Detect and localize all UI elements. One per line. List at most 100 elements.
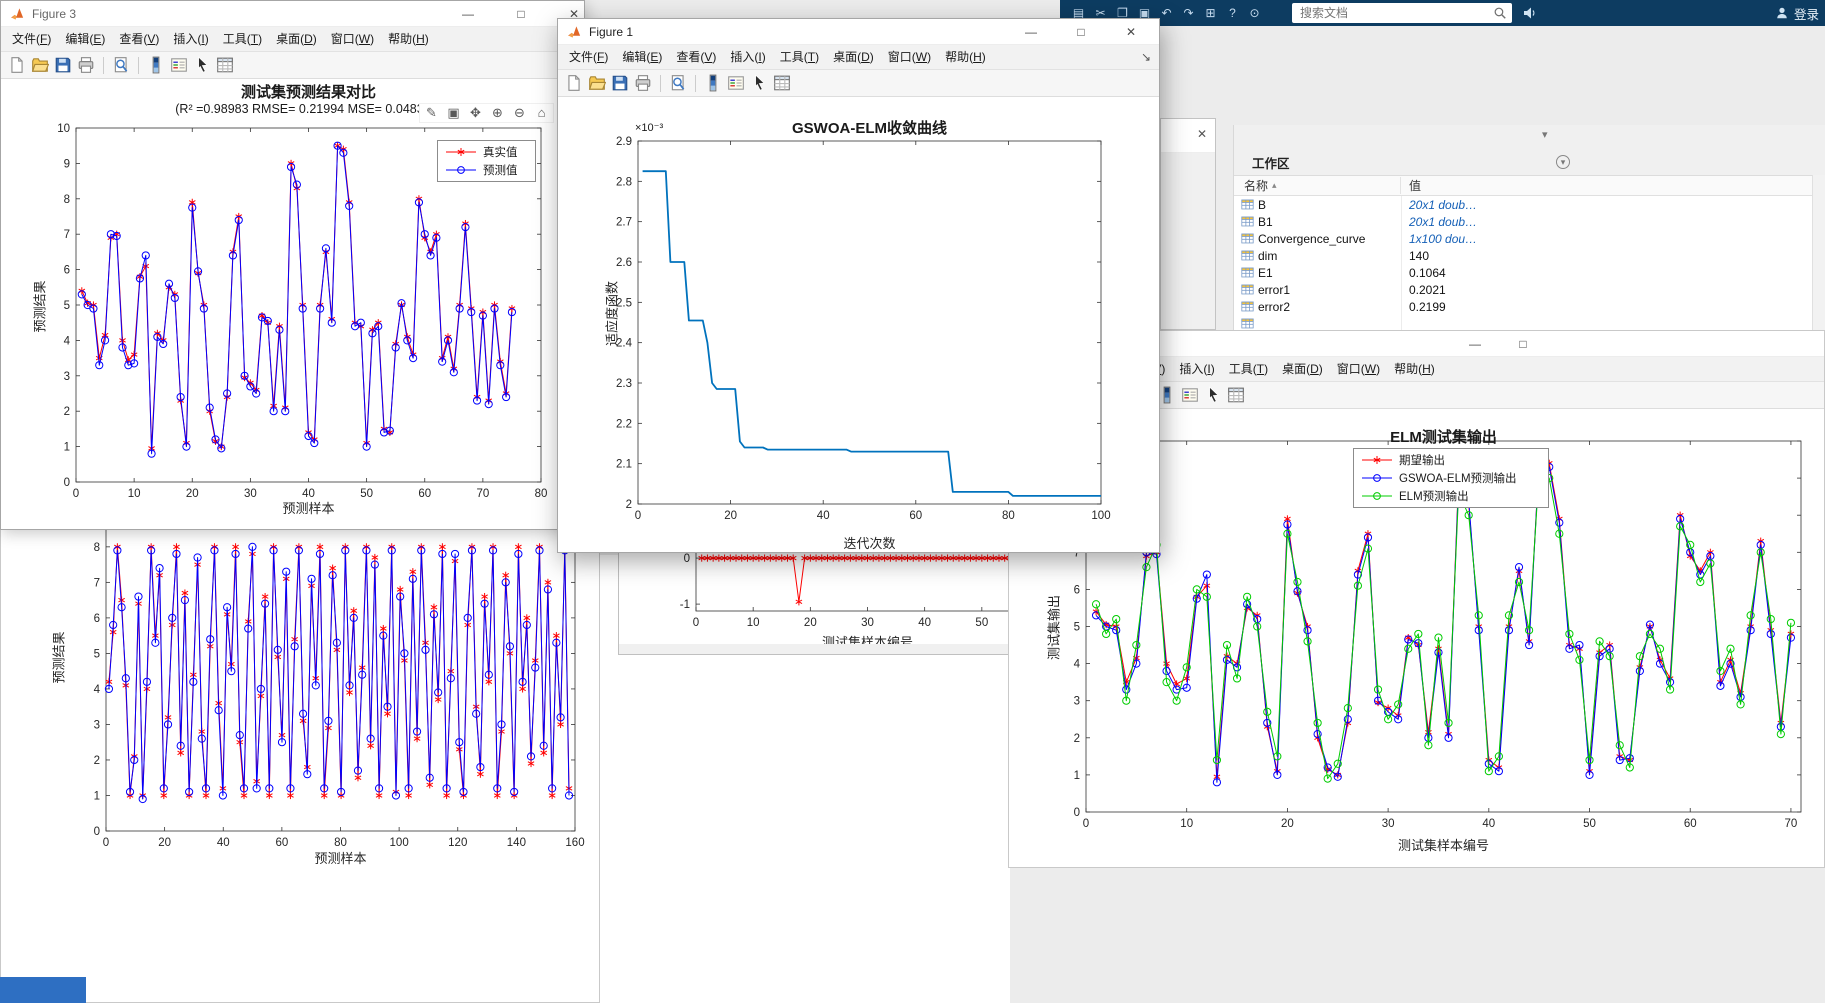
menu-item-7[interactable]: 窗口(W)	[1330, 357, 1387, 382]
new-doc-icon[interactable]	[565, 74, 583, 92]
workspace-row[interactable]: B1 20x1 doub…	[1234, 213, 1825, 230]
workspace-row[interactable]: dim 140	[1234, 247, 1825, 264]
search-icon[interactable]	[1493, 6, 1507, 20]
login-area[interactable]: 登录	[1775, 0, 1819, 26]
menu-item-2[interactable]: 编辑(E)	[615, 45, 669, 70]
preview-icon[interactable]	[669, 74, 687, 92]
colorbar-icon[interactable]	[1158, 386, 1176, 404]
desktop: { "chrome": { "minimize": "—", "maximize…	[0, 0, 1825, 1003]
colorbar-icon[interactable]	[704, 74, 722, 92]
preview-icon[interactable]	[112, 56, 130, 74]
zoom-in-icon[interactable]: ⊕	[490, 105, 505, 121]
workspace-header: 工作区 ▾	[1234, 149, 1825, 175]
column-name-header[interactable]: 名称	[1244, 177, 1268, 194]
menu-item-2[interactable]: 编辑(E)	[58, 27, 112, 52]
collapse-panel-icon[interactable]: ▾	[1542, 129, 1548, 141]
zoom-out-icon[interactable]: ⊖	[512, 105, 527, 121]
menu-item-7[interactable]: 窗口(W)	[881, 45, 938, 70]
variable-icon	[1241, 300, 1254, 313]
menu-item-3[interactable]: 查看(V)	[112, 27, 166, 52]
variable-icon	[1241, 317, 1254, 330]
workspace-title: 工作区	[1252, 156, 1290, 171]
colorbar-icon[interactable]	[147, 56, 165, 74]
maximize-button[interactable]: □	[1064, 19, 1098, 45]
workspace-column-headers[interactable]: 名称 ▴ 值	[1234, 176, 1825, 196]
minimize-button[interactable]: —	[1458, 331, 1492, 357]
settings-icon[interactable]: ⊙	[1248, 6, 1261, 20]
save-icon[interactable]	[611, 74, 629, 92]
taskbar-fragment[interactable]	[0, 977, 86, 1003]
inspector-icon[interactable]	[216, 56, 234, 74]
workspace-row[interactable]: error1 0.2021	[1234, 281, 1825, 298]
menu-item-4[interactable]: 插入(I)	[1172, 357, 1221, 382]
pan-icon[interactable]: ✥	[468, 105, 483, 121]
minimize-button[interactable]: —	[451, 1, 485, 27]
figure1-titlebar[interactable]: Figure 1 — □ ✕	[558, 19, 1159, 45]
new-doc-icon[interactable]	[8, 56, 26, 74]
toolbar-separator	[660, 74, 661, 92]
open-folder-icon[interactable]	[31, 56, 50, 74]
switch-window-icon[interactable]: ⊞	[1204, 6, 1217, 20]
hidden-window-corner: ✕	[1160, 118, 1216, 330]
menu-item-6[interactable]: 桌面(D)	[269, 27, 324, 52]
search-input[interactable]	[1292, 6, 1493, 20]
brush-icon[interactable]: ✎	[424, 105, 439, 121]
panel-menu-icon[interactable]: ▾	[1556, 155, 1570, 169]
inspector-icon[interactable]	[773, 74, 791, 92]
menu-item-3[interactable]: 查看(V)	[669, 45, 723, 70]
datatip-icon[interactable]: ▣	[446, 105, 461, 121]
dock-figure-icon[interactable]: ↘	[1141, 45, 1151, 70]
legend-box-icon[interactable]	[727, 74, 745, 92]
svg-text:4: 4	[94, 684, 101, 696]
menu-item-8[interactable]: 帮助(H)	[1387, 357, 1442, 382]
figure3-window-title: Figure 3	[32, 6, 77, 21]
legend-entry: 预测值	[444, 161, 529, 179]
menu-item-5[interactable]: 工具(T)	[773, 45, 826, 70]
menu-item-6[interactable]: 桌面(D)	[826, 45, 881, 70]
column-value-header[interactable]: 值	[1401, 177, 1825, 194]
open-folder-icon[interactable]	[588, 74, 607, 92]
variable-icon	[1241, 215, 1254, 228]
legend-box-icon[interactable]	[1181, 386, 1199, 404]
undo-icon[interactable]: ↶	[1160, 6, 1173, 20]
workspace-row[interactable]: B 20x1 doub…	[1234, 196, 1825, 213]
save-icon[interactable]	[54, 56, 72, 74]
legend-box-icon[interactable]	[170, 56, 188, 74]
speaker-icon[interactable]	[1522, 5, 1538, 21]
cursor-icon[interactable]	[1204, 386, 1222, 404]
workspace-row[interactable]: Convergence_curve 1x100 dou…	[1234, 230, 1825, 247]
menu-item-8[interactable]: 帮助(H)	[938, 45, 993, 70]
menu-item-4[interactable]: 插入(I)	[166, 27, 215, 52]
close-icon[interactable]: ✕	[1197, 127, 1207, 141]
print-icon[interactable]	[634, 74, 652, 92]
workspace-row[interactable]: E1 0.1064	[1234, 264, 1825, 281]
minimize-button[interactable]: —	[1014, 19, 1048, 45]
menu-item-8[interactable]: 帮助(H)	[381, 27, 436, 52]
maximize-button[interactable]: □	[1506, 331, 1540, 357]
figure3-menubar: 文件(F) 编辑(E) 查看(V) 插入(I) 工具(T) 桌面(D) 窗口(W) 帮助(H)	[1, 27, 584, 52]
person-icon	[1775, 6, 1789, 20]
close-button[interactable]: ✕	[1114, 19, 1148, 45]
workspace-scrollbar[interactable]	[1812, 175, 1825, 330]
cursor-icon[interactable]	[193, 56, 211, 74]
login-label[interactable]: 登录	[1794, 4, 1819, 23]
menu-item-5[interactable]: 工具(T)	[1222, 357, 1275, 382]
menu-item-4[interactable]: 插入(I)	[723, 45, 772, 70]
menu-item-1[interactable]: 文件(F)	[562, 45, 615, 70]
print-icon[interactable]	[77, 56, 95, 74]
workspace-row[interactable]: error2 0.2199	[1234, 298, 1825, 315]
menu-item-7[interactable]: 窗口(W)	[324, 27, 381, 52]
home-icon[interactable]: ⌂	[534, 105, 549, 121]
cursor-icon[interactable]	[750, 74, 768, 92]
figure3-titlebar[interactable]: Figure 3 — □ ✕	[1, 1, 584, 27]
menu-item-6[interactable]: 桌面(D)	[1275, 357, 1330, 382]
inspector-icon[interactable]	[1227, 386, 1245, 404]
svg-text:2.1: 2.1	[616, 459, 632, 471]
menu-item-5[interactable]: 工具(T)	[216, 27, 269, 52]
maximize-button[interactable]: □	[504, 1, 538, 27]
menu-item-1[interactable]: 文件(F)	[5, 27, 58, 52]
workspace-row[interactable]	[1234, 315, 1825, 330]
redo-icon[interactable]: ↷	[1182, 6, 1195, 20]
hidden-window-titlebar[interactable]: ✕	[1161, 119, 1215, 153]
help-icon[interactable]: ?	[1226, 6, 1239, 20]
